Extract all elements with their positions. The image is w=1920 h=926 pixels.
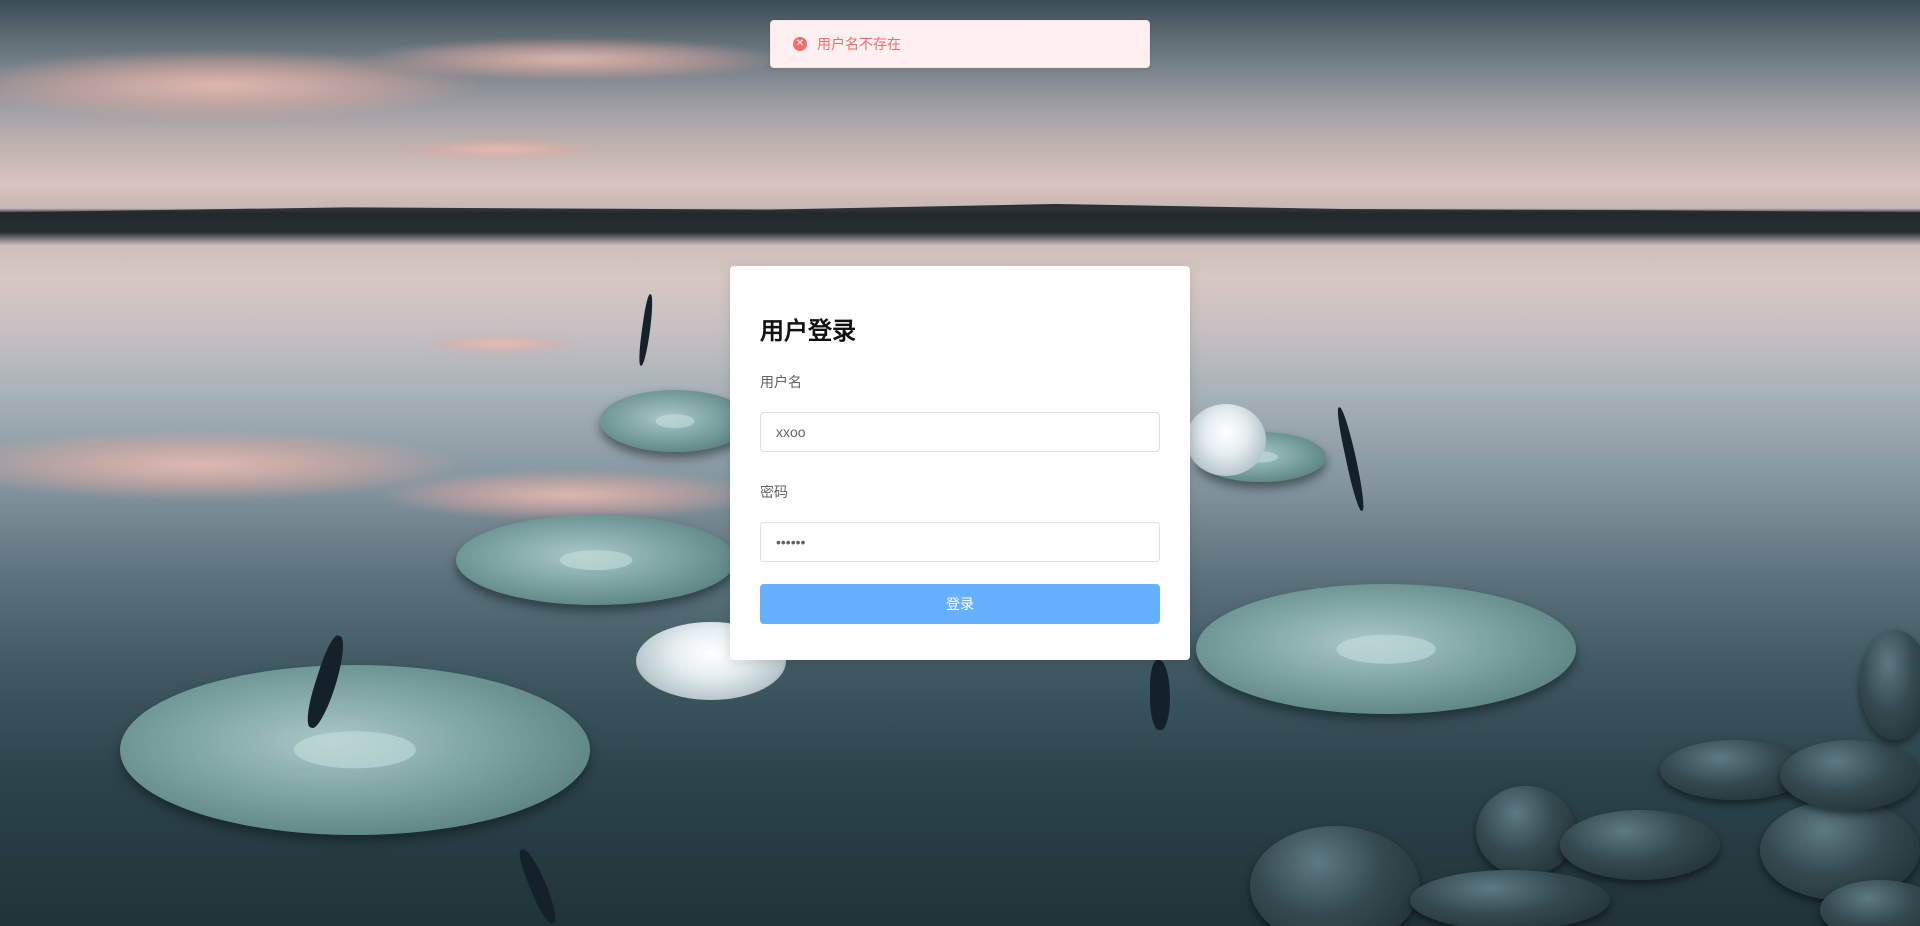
username-value: xxoo	[776, 424, 806, 440]
login-title: 用户登录	[760, 318, 856, 345]
horizon-treeline	[0, 204, 1920, 232]
password-input[interactable]: ••••••	[760, 522, 1160, 562]
username-label: 用户名	[760, 374, 802, 390]
river-stone	[1476, 786, 1576, 876]
username-input[interactable]: xxoo	[760, 412, 1160, 452]
lily-stem	[515, 845, 561, 926]
lily-stem	[1150, 660, 1170, 730]
password-label: 密码	[760, 484, 788, 500]
error-message-text: 用户名不存在	[817, 36, 901, 52]
lily-pad	[600, 390, 750, 452]
cloud	[400, 140, 600, 158]
cloud-reflection	[380, 470, 760, 520]
login-button[interactable]: 登录	[760, 584, 1160, 624]
cloud	[360, 38, 780, 80]
lily-pad	[456, 515, 736, 605]
lily-pad	[120, 665, 590, 835]
error-message-toast: ✕ 用户名不存在	[770, 20, 1150, 68]
lily-stem	[1335, 406, 1367, 512]
lily-stem	[637, 293, 655, 367]
river-stone	[1560, 810, 1720, 880]
river-stone	[1860, 630, 1920, 740]
password-value: ••••••	[776, 534, 806, 550]
river-stone	[1410, 870, 1610, 926]
lily-pad	[1196, 584, 1576, 714]
cloud-reflection	[420, 334, 580, 354]
login-card: 用户登录 用户名 xxoo 密码 •••••• 登录	[730, 266, 1190, 660]
error-circle-icon: ✕	[793, 37, 807, 51]
river-stone	[1780, 740, 1920, 810]
river-stone	[1250, 826, 1420, 926]
lotus-flower	[1186, 404, 1266, 476]
